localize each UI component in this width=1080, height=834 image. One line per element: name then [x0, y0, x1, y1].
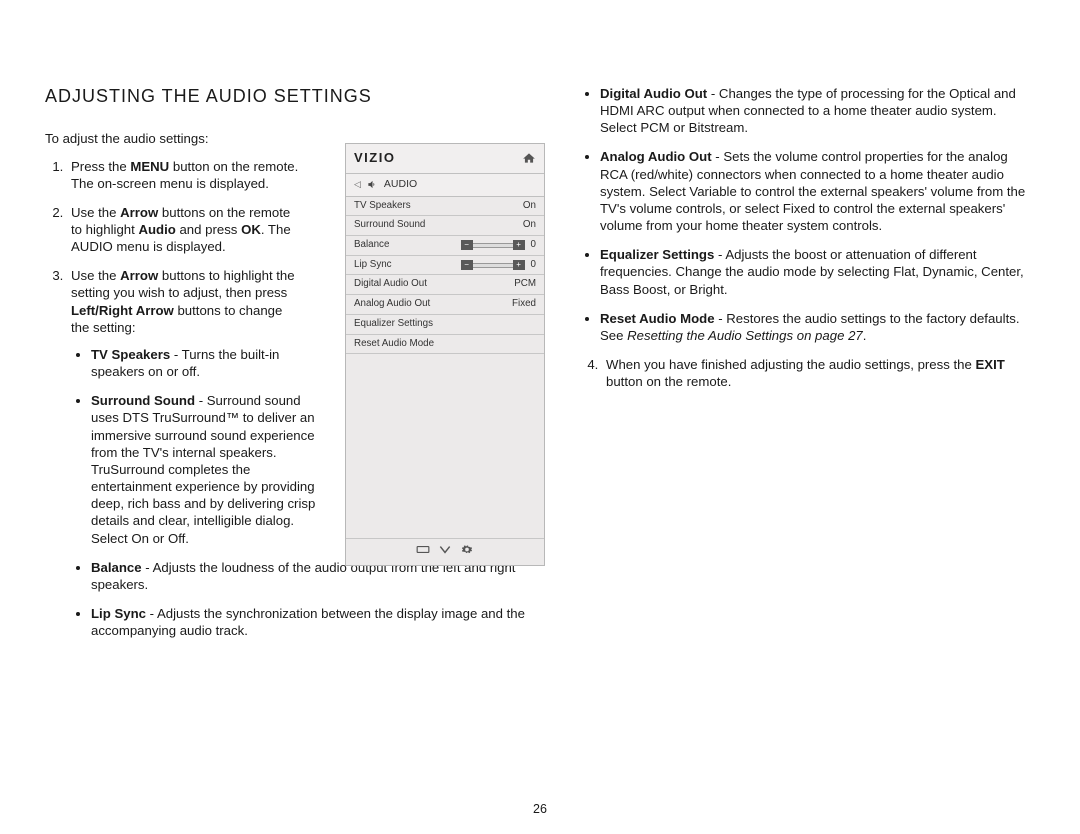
bullet-equalizer: Equalizer Settings - Adjusts the boost o… — [600, 246, 1035, 297]
menu-row-reset-audio[interactable]: Reset Audio Mode — [346, 335, 544, 355]
menu-row-digital-audio-out[interactable]: Digital Audio OutPCM — [346, 275, 544, 295]
menu-row-analog-audio-out[interactable]: Analog Audio OutFixed — [346, 295, 544, 315]
bullet-tv-speakers: TV Speakers - Turns the built-in speaker… — [91, 346, 321, 380]
vizio-osd-menu: VIZIO ◁ AUDIO TV SpeakersOn Surround Sou… — [345, 143, 545, 566]
menu-row-surround[interactable]: Surround SoundOn — [346, 216, 544, 236]
v-icon — [438, 544, 452, 560]
page-heading: ADJUSTING THE AUDIO SETTINGS — [45, 85, 550, 108]
bullet-surround: Surround Sound - Surround sound uses DTS… — [91, 392, 321, 546]
bullet-digital-audio-out: Digital Audio Out - Changes the type of … — [600, 85, 1035, 136]
menu-row-lip-sync[interactable]: Lip Sync −+ 0 — [346, 256, 544, 276]
bullet-lip-sync: Lip Sync - Adjusts the synchronization b… — [91, 605, 550, 639]
lip-sync-slider[interactable]: −+ — [461, 260, 525, 270]
wide-icon — [416, 544, 430, 560]
step-4: When you have finished adjusting the aud… — [602, 356, 1035, 390]
vizio-section-label: AUDIO — [384, 178, 417, 192]
back-chevron-icon: ◁ — [354, 179, 361, 191]
speaker-icon — [367, 179, 378, 190]
menu-row-tv-speakers[interactable]: TV SpeakersOn — [346, 197, 544, 217]
gear-icon — [460, 544, 474, 560]
bullet-analog-audio-out: Analog Audio Out - Sets the volume contr… — [600, 148, 1035, 234]
bullet-reset-audio: Reset Audio Mode - Restores the audio se… — [600, 310, 1035, 344]
menu-row-equalizer[interactable]: Equalizer Settings — [346, 315, 544, 335]
menu-row-balance[interactable]: Balance −+ 0 — [346, 236, 544, 256]
page-number: 26 — [0, 802, 1080, 816]
balance-slider[interactable]: −+ — [461, 240, 525, 250]
vizio-logo: VIZIO — [354, 150, 395, 167]
home-icon — [522, 152, 536, 164]
